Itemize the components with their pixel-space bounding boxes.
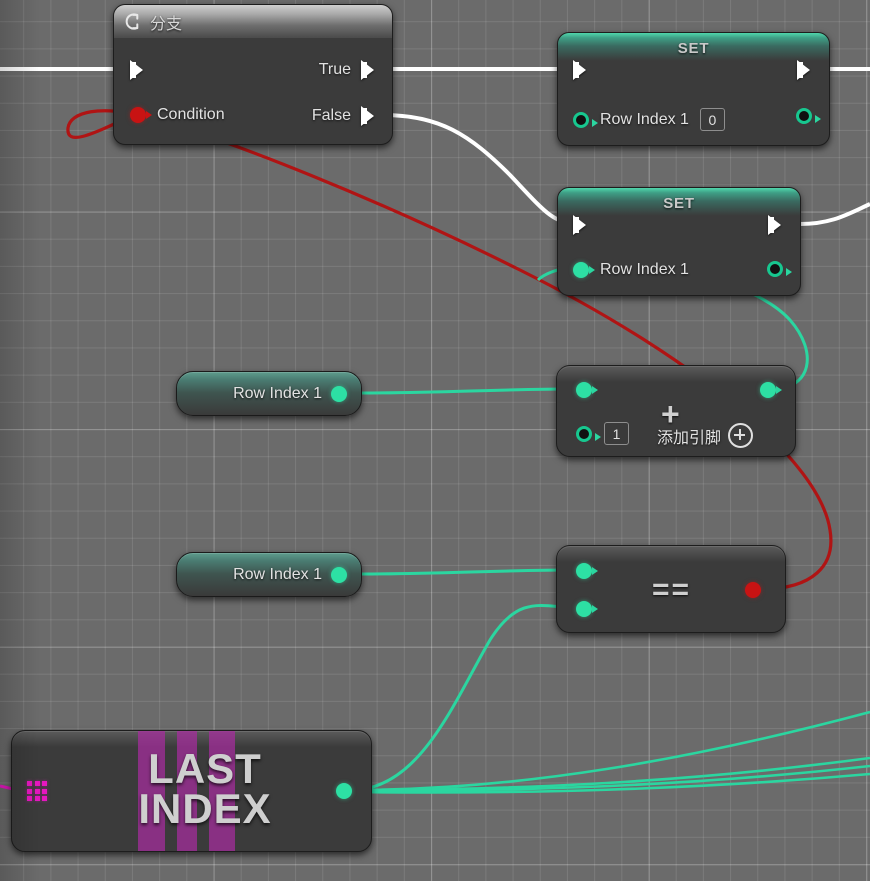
set-b-title-bar: SET xyxy=(558,188,800,218)
node-math-add[interactable]: 1 + 添加引脚 xyxy=(556,365,796,457)
node-getter-row-index-1-a[interactable]: Row Index 1 xyxy=(176,371,362,416)
set-b-title: SET xyxy=(663,194,695,212)
wire-lastindex-right-3 xyxy=(351,764,870,792)
equal-output-row[interactable] xyxy=(745,582,761,598)
last-index-array-in-row[interactable] xyxy=(27,781,49,803)
set-b-exec-out-row[interactable] xyxy=(768,215,785,235)
set-b-row-index-label: Row Index 1 xyxy=(600,261,689,278)
last-index-output-pin[interactable] xyxy=(336,783,352,799)
exec-true-pin-icon[interactable] xyxy=(361,60,378,80)
branch-exec-in-row[interactable] xyxy=(130,60,147,80)
exec-in-pin-icon[interactable] xyxy=(130,60,147,80)
node-math-equal[interactable]: == xyxy=(556,545,786,633)
set-a-value-out-pin[interactable] xyxy=(796,108,821,124)
last-index-comment-line-2: INDEX xyxy=(138,785,272,833)
set-a-title-bar: SET xyxy=(558,33,829,63)
set-a-exec-out-row[interactable] xyxy=(797,60,814,80)
node-branch[interactable]: 分支 Condition True False xyxy=(113,4,393,145)
wire-false-to-set-b xyxy=(382,113,577,226)
condition-pin[interactable] xyxy=(130,107,152,123)
set-a-value-out-row[interactable] xyxy=(796,108,821,124)
set-a-title: SET xyxy=(677,39,710,57)
node-set-row-index-1-a[interactable]: SET Row Index 1 0 xyxy=(557,32,830,146)
set-a-row-index-value[interactable]: 0 xyxy=(699,108,725,131)
node-getter-row-index-1-b[interactable]: Row Index 1 xyxy=(176,552,362,597)
wire-lastindex-to-equal xyxy=(351,603,579,792)
getter-b-label: Row Index 1 xyxy=(233,565,322,583)
branch-icon xyxy=(124,12,143,31)
set-b-row-index-pin[interactable] xyxy=(573,262,595,278)
wire-lastindex-right-2 xyxy=(351,756,870,792)
equal-input-a-row[interactable] xyxy=(576,563,598,579)
condition-label: Condition xyxy=(157,106,225,123)
equal-input-a-pin[interactable] xyxy=(576,563,598,579)
last-index-output-row[interactable] xyxy=(336,783,352,799)
add-input-b-pin[interactable] xyxy=(576,425,601,442)
set-a-exec-out-pin-icon[interactable] xyxy=(797,60,814,80)
set-b-value-out-pin[interactable] xyxy=(767,261,792,277)
set-a-row-index-pin[interactable] xyxy=(573,111,598,128)
last-index-comment-line-1: LAST xyxy=(148,745,262,792)
set-b-exec-out-pin-icon[interactable] xyxy=(768,215,785,235)
node-set-row-index-1-b[interactable]: SET Row Index 1 xyxy=(557,187,801,296)
branch-false-row[interactable]: False xyxy=(312,106,378,126)
add-pin-control[interactable]: 添加引脚 xyxy=(657,423,754,448)
array-pin-icon[interactable] xyxy=(27,781,49,803)
set-b-row-index-row[interactable]: Row Index 1 xyxy=(573,261,689,279)
equal-input-b-row[interactable] xyxy=(576,601,598,617)
add-output-row[interactable] xyxy=(760,382,782,398)
add-output-pin[interactable] xyxy=(760,382,782,398)
comment-highlight-3 xyxy=(209,731,235,851)
branch-title: 分支 xyxy=(150,15,183,33)
node-array-last-index[interactable]: LAST INDEX xyxy=(11,730,372,852)
equal-output-pin[interactable] xyxy=(745,582,761,598)
add-input-a-pin[interactable] xyxy=(576,382,598,398)
set-a-exec-in-pin-icon[interactable] xyxy=(573,60,590,80)
comment-highlight-2 xyxy=(177,731,197,851)
set-b-exec-in-row[interactable] xyxy=(573,215,590,235)
wire-lastindex-right-4 xyxy=(351,772,870,794)
wire-lastindex-right-1 xyxy=(351,710,870,792)
set-b-exec-in-pin-icon[interactable] xyxy=(573,215,590,235)
branch-condition-row[interactable]: Condition xyxy=(130,106,225,124)
wire-getter-a-to-add xyxy=(361,387,577,395)
add-input-b-row[interactable]: 1 xyxy=(576,422,629,445)
equal-operator-glyph: == xyxy=(652,573,692,606)
wire-set-b-exec-out xyxy=(799,202,870,226)
branch-title-bar: 分支 xyxy=(114,5,392,38)
blueprint-graph-canvas[interactable]: 分支 Condition True False SET Row Index 1 … xyxy=(0,0,870,881)
set-a-exec-in-row[interactable] xyxy=(573,60,590,80)
plus-circle-icon[interactable] xyxy=(728,423,754,448)
exec-false-pin-icon[interactable] xyxy=(361,106,378,126)
true-label: True xyxy=(318,61,351,78)
add-input-a-row[interactable] xyxy=(576,382,598,398)
branch-true-row[interactable]: True xyxy=(319,60,378,80)
equal-input-b-pin[interactable] xyxy=(576,601,598,617)
comment-highlight-1 xyxy=(138,731,165,851)
last-index-comment: LAST INDEX xyxy=(125,745,285,833)
getter-b-output-pin[interactable] xyxy=(331,566,347,583)
wire-getter-b-to-equal xyxy=(361,568,577,576)
add-input-b-value[interactable]: 1 xyxy=(604,422,629,445)
set-b-value-out-row[interactable] xyxy=(767,261,792,277)
getter-a-label: Row Index 1 xyxy=(233,384,322,402)
add-pin-label: 添加引脚 xyxy=(657,429,722,447)
wire-equal-to-condition xyxy=(66,109,833,591)
false-label: False xyxy=(311,107,351,124)
getter-a-output-pin[interactable] xyxy=(331,385,347,402)
set-a-row-index-label: Row Index 1 xyxy=(600,110,689,128)
set-a-row-index-row[interactable]: Row Index 1 0 xyxy=(573,108,725,131)
